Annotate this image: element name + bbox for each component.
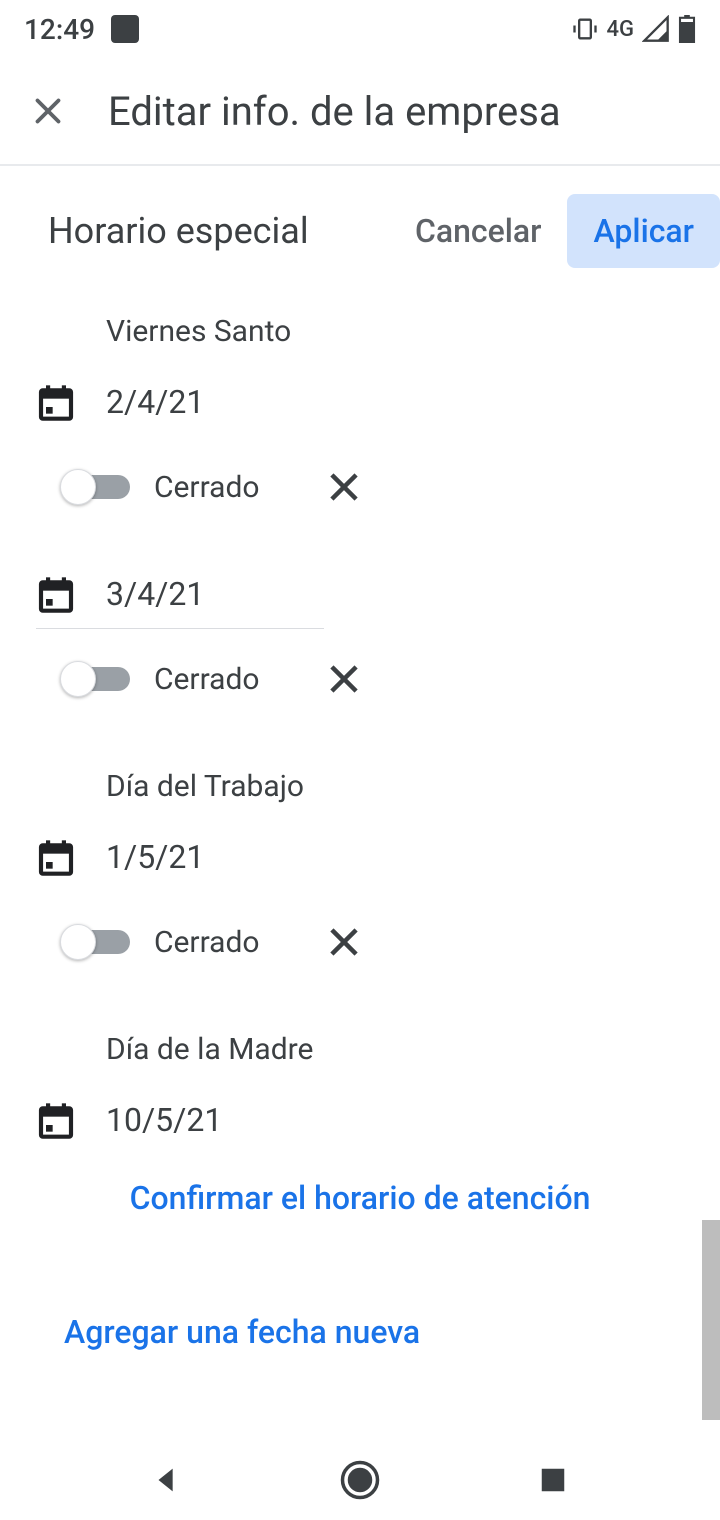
square-icon [538, 1465, 568, 1495]
apply-button[interactable]: Aplicar [567, 194, 720, 268]
status-label: Cerrado [154, 925, 260, 960]
holiday-label: Viernes Santo [0, 296, 720, 367]
calendar-icon [36, 837, 76, 877]
status-time: 12:49 [24, 13, 95, 46]
holiday-label: Día de la Madre [0, 1014, 720, 1085]
cancel-button[interactable]: Cancelar [389, 194, 568, 268]
date-value: 2/4/21 [106, 383, 204, 421]
close-button[interactable] [28, 91, 68, 131]
appbar: Editar info. de la empresa [0, 58, 720, 166]
special-hours-list: Viernes Santo 2/4/21 Cerrado 3/4/21 Cerr… [0, 296, 720, 1351]
home-icon [339, 1458, 381, 1502]
status-label: Cerrado [154, 470, 260, 505]
open-closed-toggle[interactable] [60, 924, 136, 960]
scrollbar[interactable] [702, 1220, 720, 1420]
remove-hours-button[interactable] [320, 463, 368, 511]
battery-icon [678, 15, 696, 43]
nav-home-button[interactable] [339, 1459, 381, 1501]
close-icon [326, 661, 362, 697]
section-title: Horario especial [48, 210, 309, 252]
status-row: Cerrado [0, 629, 720, 751]
system-navbar [0, 1440, 720, 1520]
holiday-label: Día del Trabajo [0, 751, 720, 822]
vibrate-icon [571, 15, 599, 43]
statusbar: 12:49 4G [0, 0, 720, 58]
status-row: Cerrado [0, 437, 720, 559]
calendar-icon [36, 382, 76, 422]
open-closed-toggle[interactable] [60, 661, 136, 697]
date-row[interactable]: 3/4/21 [36, 559, 324, 629]
network-type: 4G [607, 17, 635, 42]
open-closed-toggle[interactable] [60, 469, 136, 505]
nav-back-button[interactable] [146, 1459, 188, 1501]
confirm-hours-button[interactable]: Confirmar el horario de atención [0, 1155, 720, 1261]
add-date-button[interactable]: Agregar una fecha nueva [0, 1261, 720, 1351]
nav-recents-button[interactable] [532, 1459, 574, 1501]
signal-icon [642, 15, 670, 43]
date-value: 1/5/21 [106, 838, 204, 876]
close-icon [30, 93, 66, 129]
status-icons: 4G [571, 15, 697, 43]
appbar-title: Editar info. de la empresa [108, 88, 561, 135]
date-row[interactable]: 1/5/21 [0, 822, 720, 892]
close-icon [326, 924, 362, 960]
date-row[interactable]: 2/4/21 [0, 367, 720, 437]
date-value: 3/4/21 [106, 575, 204, 613]
back-icon [150, 1463, 184, 1497]
calendar-icon [36, 574, 76, 614]
remove-hours-button[interactable] [320, 918, 368, 966]
calendar-icon [36, 1100, 76, 1140]
close-icon [326, 469, 362, 505]
status-row: Cerrado [0, 892, 720, 1014]
subheader: Horario especial Cancelar Aplicar [0, 166, 720, 296]
remove-hours-button[interactable] [320, 655, 368, 703]
date-value: 10/5/21 [106, 1101, 222, 1139]
status-label: Cerrado [154, 662, 260, 697]
notification-icon [111, 15, 139, 43]
date-row[interactable]: 10/5/21 [0, 1085, 720, 1155]
